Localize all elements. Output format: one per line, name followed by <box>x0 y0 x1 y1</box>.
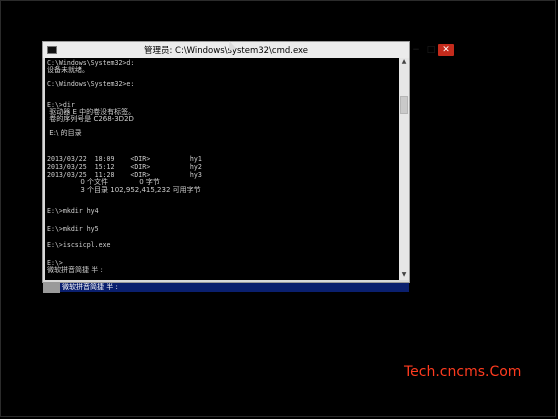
ime-composition-bar[interactable]: 微软拼音简捷 半 : <box>60 283 409 292</box>
vertical-scrollbar[interactable]: ▲ ▼ <box>399 58 409 280</box>
scroll-thumb[interactable] <box>400 96 408 114</box>
minimize-button[interactable]: − <box>411 45 421 55</box>
console-line: 微软拼音简捷 半 : <box>47 266 103 274</box>
console-line: E:\>iscsicpl.exe <box>47 241 111 249</box>
scroll-up-icon[interactable]: ▲ <box>399 58 409 67</box>
console-line: 设备未就绪。 <box>47 66 89 74</box>
console-line: 卷的序列号是 C268-3D2D <box>47 115 134 123</box>
console-line: C:\Windows\System32>e: <box>47 80 135 88</box>
console-line: E:\>mkdir hy5 <box>47 225 99 233</box>
console-line: E:\ 的目录 <box>47 129 82 137</box>
ime-status-strip <box>43 282 60 293</box>
close-button[interactable]: ✕ <box>438 44 454 56</box>
scroll-down-icon[interactable]: ▼ <box>399 271 409 280</box>
console-line: 2013/03/22 18:09 <DIR> hy1 <box>47 155 202 163</box>
console-line: E:\>mkdir hy4 <box>47 207 99 215</box>
console-line: 3 个目录 102,952,415,232 可用字节 <box>47 186 201 194</box>
cmd-window[interactable]: 管理员: C:\Windows\system32\cmd.exe − □ ✕ C… <box>43 42 454 282</box>
console-line: 2013/03/25 15:12 <DIR> hy2 <box>47 163 202 171</box>
console-line: 0 个文件 0 字节 <box>47 178 160 186</box>
maximize-button[interactable]: □ <box>426 45 436 55</box>
console-output[interactable]: C:\Windows\System32>d: 设备未就绪。 C:\Windows… <box>45 58 399 280</box>
site-watermark: Tech.cncms.Com <box>404 364 522 380</box>
